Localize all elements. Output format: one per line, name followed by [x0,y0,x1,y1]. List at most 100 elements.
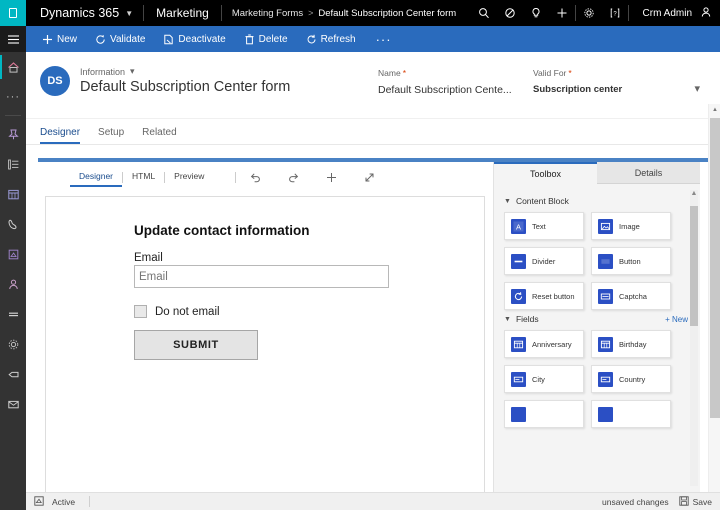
tile-birthday[interactable]: Birthday [591,330,671,358]
sidebar-item-contacts[interactable] [0,269,26,299]
header-field-name-label: Name* [378,68,533,78]
tile-text[interactable]: A Text [504,212,584,240]
form-canvas[interactable]: Update contact information Email Do not … [45,196,485,496]
tab-related[interactable]: Related [142,127,176,144]
text-field-icon [511,407,526,422]
sidebar-item-lists[interactable] [0,149,26,179]
tile-captcha[interactable]: Captcha [591,282,671,310]
refresh-button[interactable]: Refresh [298,26,364,52]
tile-partial-next-row[interactable] [504,400,584,428]
sidebar-item-pinned[interactable] [0,119,26,149]
designer-view-tab-designer[interactable]: Designer [70,167,122,187]
add-icon[interactable] [312,166,350,188]
form-selector[interactable]: Information ▾ [80,66,290,77]
header-field-validfor[interactable]: Valid For* Subscription center [533,68,688,96]
do-not-email-checkbox[interactable] [134,305,147,318]
tile-birthday-label: Birthday [619,340,647,349]
lightbulb-insights-icon[interactable] [523,0,549,26]
sidebar-item-settings[interactable] [0,329,26,359]
sidebar-item-email[interactable] [0,389,26,419]
delete-button[interactable]: Delete [236,26,296,52]
save-button[interactable]: Save [679,493,712,510]
tile-anniversary[interactable]: Anniversary [504,330,584,358]
filter-icon[interactable] [497,0,523,26]
submit-button[interactable]: SUBMIT [134,330,258,360]
tile-partial-next-row[interactable] [591,400,671,428]
deactivate-button-label: Deactivate [178,34,225,45]
delete-button-label: Delete [259,34,288,45]
toolbox-panel: Toolbox Details ▼ Content Block [493,162,700,492]
overflow-menu-button[interactable]: ··· [366,32,402,47]
help-question-icon[interactable]: ? [602,0,628,26]
sidebar-item-calendar[interactable] [0,179,26,209]
section-content-block-header[interactable]: ▼ Content Block [504,196,688,206]
svg-text:A: A [516,222,521,231]
user-avatar-icon [700,6,712,21]
tile-reset-button[interactable]: Reset button [504,282,584,310]
header-field-name[interactable]: Name* Default Subscription Cente... [378,68,533,96]
email-field[interactable] [134,265,389,288]
record-titles: Information ▾ Default Subscription Cente… [80,66,290,95]
new-field-link[interactable]: + New [665,315,688,324]
sidebar-item-home[interactable] [0,52,26,82]
tab-designer[interactable]: Designer [40,127,80,144]
breadcrumb-parent[interactable]: Marketing Forms [232,8,303,19]
tab-toolbox[interactable]: Toolbox [494,162,597,184]
avatar: DS [40,66,70,96]
fields-tiles: Anniversary Birthday [504,330,688,428]
date-field-icon [511,337,526,352]
sidebar-item-forms[interactable] [0,239,26,269]
refresh-button-label: Refresh [321,34,356,45]
scroll-up-icon[interactable]: ▲ [690,190,698,197]
do-not-email-checkbox-row[interactable]: Do not email [134,305,484,318]
record-state-icon [34,493,44,510]
waffle-grid-icon[interactable] [0,0,26,26]
tab-details[interactable]: Details [597,162,700,184]
validate-button[interactable]: Validate [87,26,153,52]
new-button[interactable]: New [34,26,85,52]
page-scrollbar-thumb[interactable] [710,118,720,418]
app-name-marketing[interactable]: Marketing [144,0,221,26]
command-bar: New Validate Deactivate Delete Refresh ·… [26,26,720,52]
chevron-down-icon[interactable]: ▾ [694,82,700,95]
toolbox-scrollbar[interactable]: ▲ [690,190,698,486]
expand-icon[interactable] [350,166,388,188]
page-title: Default Subscription Center form [80,79,290,95]
hamburger-menu-icon[interactable] [0,26,26,52]
tile-divider-label: Divider [532,257,555,266]
sidebar-item-phone[interactable] [0,209,26,239]
chevron-down-icon: ▼ [125,9,133,18]
undo-icon[interactable] [236,166,274,188]
search-icon[interactable] [471,0,497,26]
tile-city[interactable]: City [504,365,584,393]
designer-view-tab-html[interactable]: HTML [123,167,164,187]
dynamics365-marketing-window: Dynamics 365 ▼ Marketing Marketing Forms… [0,0,720,510]
user-menu[interactable]: Crm Admin [629,0,720,26]
settings-gear-icon[interactable] [576,0,602,26]
toolbox-scrollbar-thumb[interactable] [690,206,698,326]
redo-icon[interactable] [274,166,312,188]
deactivate-button[interactable]: Deactivate [155,26,233,52]
brand-dynamics365[interactable]: Dynamics 365 ▼ [26,0,143,26]
designer-view-tab-preview[interactable]: Preview [165,167,213,187]
tile-button[interactable]: Button [591,247,671,275]
new-button-label: New [57,34,77,45]
section-fields-header[interactable]: ▼ Fields + New [504,314,688,324]
tile-image[interactable]: Image [591,212,671,240]
header-fields: Name* Default Subscription Cente... Vali… [378,68,706,96]
tile-divider[interactable]: Divider [504,247,584,275]
canvas-column: Designer HTML Preview [38,162,493,492]
sidebar-item-tags[interactable] [0,359,26,389]
tile-country[interactable]: Country [591,365,671,393]
content-block-tiles: A Text Image [504,212,688,310]
section-content-block-title: Content Block [516,196,569,206]
tab-setup[interactable]: Setup [98,127,124,144]
tile-image-label: Image [619,222,640,231]
sidebar-item-recent[interactable]: ··· [0,82,26,112]
date-field-icon [598,337,613,352]
page-scrollbar[interactable]: ▲ ▼ [708,104,720,510]
quick-create-plus-icon[interactable] [549,0,575,26]
scroll-up-icon[interactable]: ▲ [709,104,720,116]
sidebar-item-segments[interactable] [0,299,26,329]
do-not-email-label: Do not email [155,306,220,318]
